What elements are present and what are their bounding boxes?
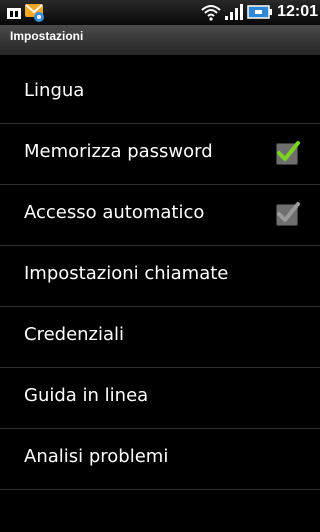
settings-item-accesso-automatico[interactable]: Accesso automatico <box>0 185 320 246</box>
settings-item-impostazioni-chiamate[interactable]: Impostazioni chiamate <box>0 246 320 307</box>
settings-item-label: Accesso automatico <box>24 202 205 223</box>
settings-item-label: Guida in linea <box>24 385 149 406</box>
settings-item-memorizza-password[interactable]: Memorizza password <box>0 124 320 185</box>
title-bar: Impostazioni <box>0 25 320 56</box>
settings-item-label: Analisi problemi <box>24 446 169 467</box>
checkmark-icon <box>277 202 300 222</box>
settings-item-lingua[interactable]: Lingua <box>0 63 320 124</box>
settings-item-guida-in-linea[interactable]: Guida in linea <box>0 368 320 429</box>
accesso-automatico-checkbox[interactable] <box>276 202 300 226</box>
settings-item-credenziali[interactable]: Credenziali <box>0 307 320 368</box>
messenger-notification-icon <box>25 4 44 22</box>
memorizza-password-checkbox[interactable] <box>276 141 300 165</box>
clock: 12:01 <box>277 3 318 20</box>
settings-item-label: Credenziali <box>24 324 125 345</box>
page-title: Impostazioni <box>10 29 84 43</box>
settings-list: Lingua Memorizza password Accesso automa… <box>0 63 320 490</box>
settings-item-label: Memorizza password <box>24 141 213 162</box>
settings-item-label: Impostazioni chiamate <box>24 263 229 284</box>
sim-card-icon <box>7 8 21 19</box>
settings-item-label: Lingua <box>24 80 85 101</box>
settings-item-analisi-problemi[interactable]: Analisi problemi <box>0 429 320 490</box>
status-bar: 12:01 <box>0 0 320 25</box>
wifi-icon <box>201 5 221 21</box>
signal-icon <box>225 4 244 20</box>
battery-icon <box>247 5 273 19</box>
checkmark-icon <box>277 141 300 161</box>
